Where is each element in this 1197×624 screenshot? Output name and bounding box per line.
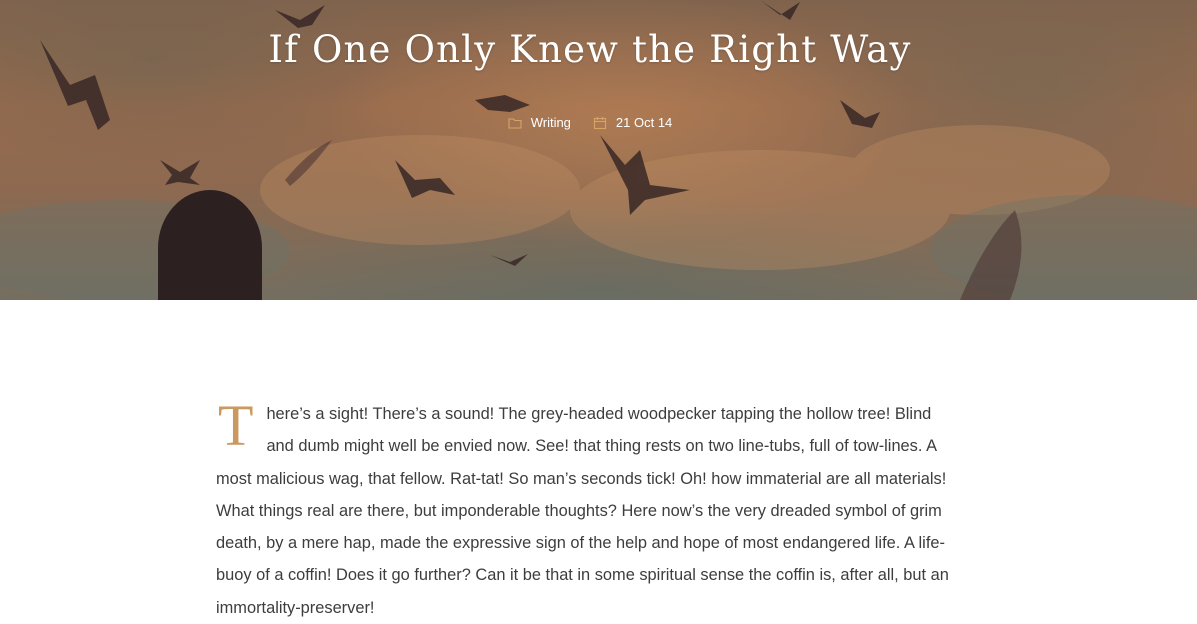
post-meta: Writing 21 Oct 14 bbox=[0, 115, 1180, 130]
post-body-paragraph: There’s a sight! There’s a sound! The gr… bbox=[216, 393, 960, 624]
post-category-link[interactable]: Writing bbox=[508, 115, 571, 130]
post-content: There’s a sight! There’s a sound! The gr… bbox=[216, 393, 960, 624]
folder-icon bbox=[508, 117, 522, 129]
post-date: 21 Oct 14 bbox=[593, 115, 672, 130]
post-title: If One Only Knew the Right Way bbox=[268, 28, 912, 71]
calendar-icon bbox=[593, 116, 606, 129]
drop-cap: T bbox=[218, 393, 254, 458]
post-date-label: 21 Oct 14 bbox=[615, 115, 673, 130]
post-hero-header: If One Only Knew the Right Way Writing 2… bbox=[0, 0, 1197, 300]
post-body-text: here’s a sight! There’s a sound! The gre… bbox=[216, 405, 949, 617]
post-category-label: Writing bbox=[530, 115, 571, 130]
